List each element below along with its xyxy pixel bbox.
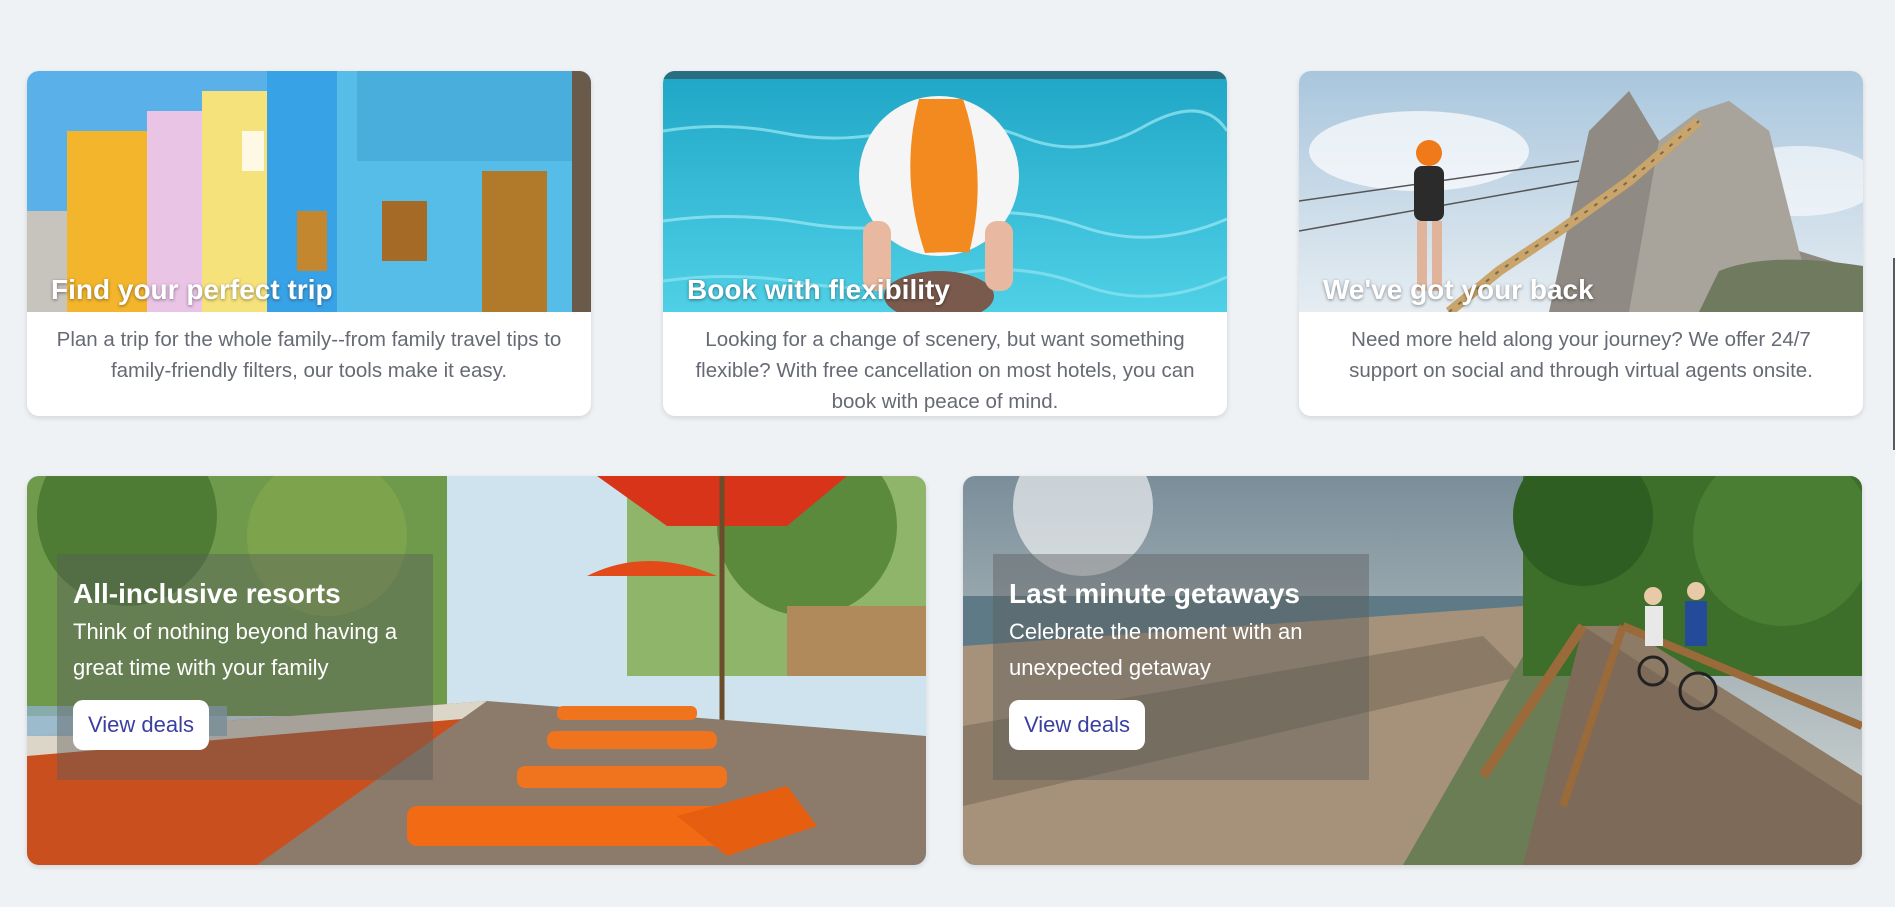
promo-all-inclusive-resorts[interactable]: All-inclusive resorts Think of nothing b… xyxy=(27,476,926,865)
promo-title: All-inclusive resorts xyxy=(73,578,341,609)
feature-card-family-trip[interactable]: Find your perfect trip Plan a trip for t… xyxy=(27,71,591,416)
page: Find your perfect trip Plan a trip for t… xyxy=(0,0,1895,907)
promo-title: Last minute getaways xyxy=(1009,578,1300,609)
promo-panel: All-inclusive resorts Think of nothing b… xyxy=(57,554,433,780)
promo-last-minute-getaways[interactable]: Last minute getaways Celebrate the momen… xyxy=(963,476,1862,865)
feature-title: Find your perfect trip xyxy=(51,274,333,305)
view-deals-button[interactable]: View deals xyxy=(1009,700,1145,750)
view-deals-button[interactable]: View deals xyxy=(73,700,209,750)
feature-title: We've got your back xyxy=(1323,274,1594,305)
promo-description: Think of nothing beyond having a great t… xyxy=(73,619,398,680)
rope-bridge-image: We've got your back xyxy=(1299,71,1863,312)
pool-beach-ball-image: Book with flexibility xyxy=(663,71,1227,312)
promo-description: Celebrate the moment with an unexpected … xyxy=(1009,619,1303,680)
feature-card-support[interactable]: We've got your back Need more held along… xyxy=(1299,71,1863,416)
feature-title: Book with flexibility xyxy=(687,274,950,305)
feature-card-flexibility[interactable]: Book with flexibility Looking for a chan… xyxy=(663,71,1227,416)
feature-description: Plan a trip for the whole family--from f… xyxy=(56,328,562,382)
colorful-street-image: Find your perfect trip xyxy=(27,71,591,312)
promo-panel: Last minute getaways Celebrate the momen… xyxy=(993,554,1369,780)
feature-description: Looking for a change of scenery, but wan… xyxy=(695,328,1195,413)
feature-description: Need more held along your journey? We of… xyxy=(1349,328,1813,382)
